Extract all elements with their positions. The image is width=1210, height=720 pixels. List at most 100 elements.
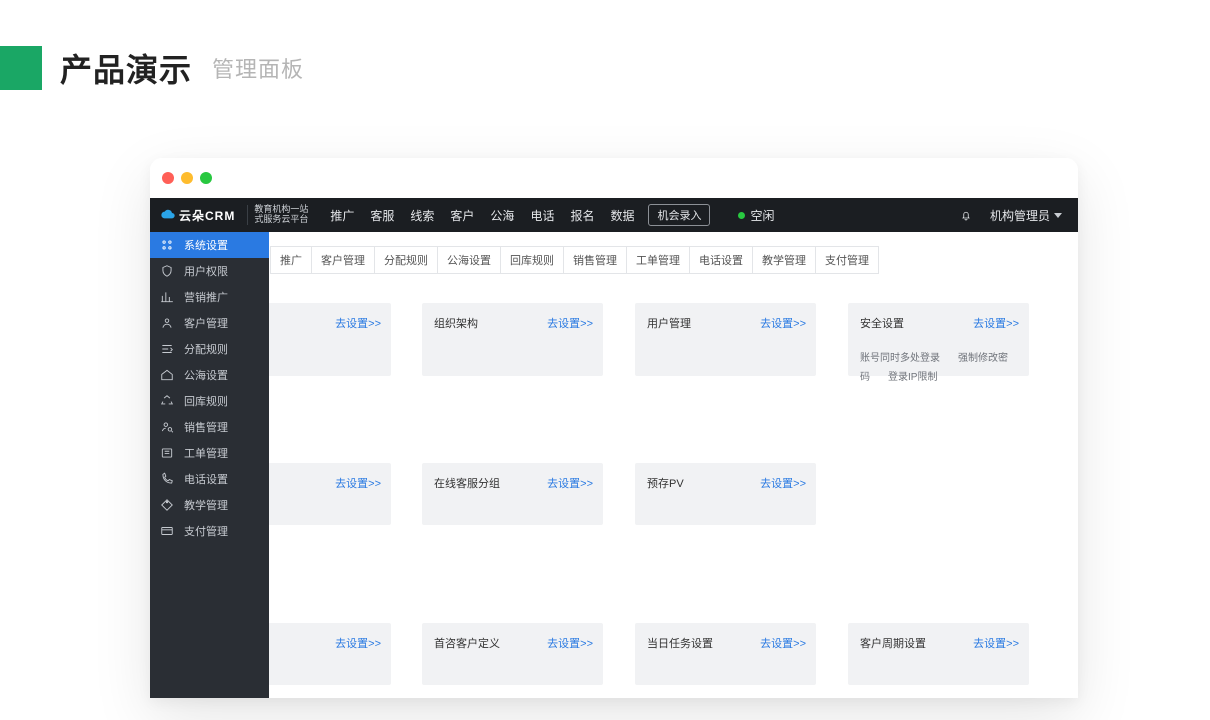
sidebar-item-label: 营销推广	[184, 289, 228, 305]
card-title: 首咨客户定义	[434, 638, 500, 650]
nav-link[interactable]: 客服	[370, 207, 394, 224]
user-label: 机构管理员	[990, 207, 1050, 224]
tab[interactable]: 电话设置	[690, 246, 753, 274]
settings-card: 置去设置>>	[269, 463, 391, 525]
card-go-link[interactable]: 去设置>>	[335, 315, 381, 331]
sidebar-item[interactable]: 公海设置	[150, 362, 269, 388]
card-go-link[interactable]: 去设置>>	[760, 475, 806, 491]
card-go-link[interactable]: 去设置>>	[335, 635, 381, 651]
card-go-link[interactable]: 去设置>>	[973, 635, 1019, 651]
settings-card: 安全设置去设置>>账号同时多处登录强制修改密码登录IP限制	[848, 303, 1029, 376]
chart-icon	[160, 290, 174, 304]
bell-icon[interactable]	[960, 208, 972, 222]
tab[interactable]: 客户管理	[312, 246, 375, 274]
shield-icon	[160, 264, 174, 278]
card-go-link[interactable]: 去设置>>	[547, 475, 593, 491]
sidebar-item[interactable]: 教学管理	[150, 492, 269, 518]
house-icon	[160, 368, 174, 382]
sidebar-item[interactable]: 分配规则	[150, 336, 269, 362]
tab[interactable]: 公海设置	[438, 246, 501, 274]
tab[interactable]: 推广	[270, 246, 312, 274]
status-indicator[interactable]: 空闲	[738, 207, 774, 224]
nav-link[interactable]: 电话	[530, 207, 554, 224]
sidebar-item-label: 电话设置	[184, 471, 228, 487]
brand-name: 云朵CRM	[179, 207, 235, 224]
nav-link[interactable]: 报名	[570, 207, 594, 224]
ticket-icon	[160, 446, 174, 460]
phone-icon	[160, 472, 174, 486]
status-label: 空闲	[750, 207, 774, 224]
card-go-link[interactable]: 去设置>>	[973, 315, 1019, 331]
nav-link[interactable]: 公海	[490, 207, 514, 224]
nav-link[interactable]: 数据	[610, 207, 634, 224]
settings-icon	[160, 238, 174, 252]
sidebar-item[interactable]: 电话设置	[150, 466, 269, 492]
sidebar-item[interactable]: 工单管理	[150, 440, 269, 466]
window-minimize-dot[interactable]	[181, 172, 193, 184]
tab[interactable]: 支付管理	[816, 246, 879, 274]
window-close-dot[interactable]	[162, 172, 174, 184]
card-go-link[interactable]: 去设置>>	[547, 635, 593, 651]
window-titlebar	[150, 158, 1078, 198]
sidebar-item[interactable]: 支付管理	[150, 518, 269, 544]
card-go-link[interactable]: 去设置>>	[760, 315, 806, 331]
card-go-link[interactable]: 去设置>>	[760, 635, 806, 651]
card-go-link[interactable]: 去设置>>	[335, 475, 381, 491]
sidebar-item-label: 客户管理	[184, 315, 228, 331]
main-panel: 推广客户管理分配规则公海设置回库规则销售管理工单管理电话设置教学管理支付管理 去…	[269, 232, 1078, 698]
sidebar-item-label: 回库规则	[184, 393, 228, 409]
window-zoom-dot[interactable]	[200, 172, 212, 184]
settings-card: 去设置>>	[269, 303, 391, 376]
nav-link[interactable]: 线索	[410, 207, 434, 224]
app-window: 云朵CRM 教育机构一站 式服务云平台 推广客服线索客户公海电话报名数据 机会录…	[150, 158, 1078, 698]
card-title: 预存PV	[647, 478, 684, 490]
tab[interactable]: 销售管理	[564, 246, 627, 274]
settings-card: 组织架构 去设置>>	[422, 303, 603, 376]
sidebar-item-label: 支付管理	[184, 523, 228, 539]
top-nav: 云朵CRM 教育机构一站 式服务云平台 推广客服线索客户公海电话报名数据 机会录…	[150, 198, 1078, 232]
nav-links: 推广客服线索客户公海电话报名数据	[330, 207, 634, 224]
card-sub-item: 登录IP限制	[888, 372, 937, 383]
sidebar-item-label: 系统设置	[184, 237, 228, 253]
tab[interactable]: 工单管理	[627, 246, 690, 274]
card-title: 当日任务设置	[647, 638, 713, 650]
settings-card: 用户管理 去设置>>	[635, 303, 816, 376]
tag-icon	[160, 498, 174, 512]
user-menu[interactable]: 机构管理员	[990, 207, 1062, 224]
card-sub-list: 账号同时多处登录强制修改密码登录IP限制	[860, 349, 1017, 387]
sidebar-item-label: 销售管理	[184, 419, 228, 435]
settings-card: 当日任务设置 去设置>>	[635, 623, 816, 685]
sidebar-item-label: 用户权限	[184, 263, 228, 279]
card-sub-item: 账号同时多处登录	[860, 353, 940, 364]
card-title: 用户管理	[647, 318, 691, 330]
brand[interactable]: 云朵CRM 教育机构一站 式服务云平台	[150, 198, 318, 232]
nav-link[interactable]: 推广	[330, 207, 354, 224]
nav-link[interactable]: 客户	[450, 207, 474, 224]
sidebar-item[interactable]: 回库规则	[150, 388, 269, 414]
page-header: 产品演示 管理面板	[0, 46, 304, 90]
sidebar-item-label: 公海设置	[184, 367, 228, 383]
sidebar-item-label: 工单管理	[184, 445, 228, 461]
page-title: 产品演示	[60, 45, 192, 91]
sidebar-item[interactable]: 营销推广	[150, 284, 269, 310]
card-title: 客户周期设置	[860, 638, 926, 650]
sidebar-item[interactable]: 销售管理	[150, 414, 269, 440]
sidebar-item[interactable]: 用户权限	[150, 258, 269, 284]
tab[interactable]: 回库规则	[501, 246, 564, 274]
chevron-down-icon	[1054, 213, 1062, 218]
card-title: 组织架构	[434, 318, 478, 330]
tab[interactable]: 分配规则	[375, 246, 438, 274]
card-icon	[160, 524, 174, 538]
tab[interactable]: 教学管理	[753, 246, 816, 274]
rule-icon	[160, 342, 174, 356]
recycle-icon	[160, 394, 174, 408]
card-grid: 去设置>>组织架构去设置>>用户管理去设置>>安全设置去设置>>账号同时多处登录…	[269, 288, 1078, 698]
sidebar-item[interactable]: 系统设置	[150, 232, 269, 258]
card-go-link[interactable]: 去设置>>	[547, 315, 593, 331]
brand-tagline: 教育机构一站 式服务云平台	[247, 205, 308, 225]
settings-card: 则去设置>>	[269, 623, 391, 685]
sidebar-item-label: 教学管理	[184, 497, 228, 513]
sidebar-item[interactable]: 客户管理	[150, 310, 269, 336]
settings-card: 客户周期设置 去设置>>	[848, 623, 1029, 685]
record-entry-button[interactable]: 机会录入	[648, 204, 710, 226]
